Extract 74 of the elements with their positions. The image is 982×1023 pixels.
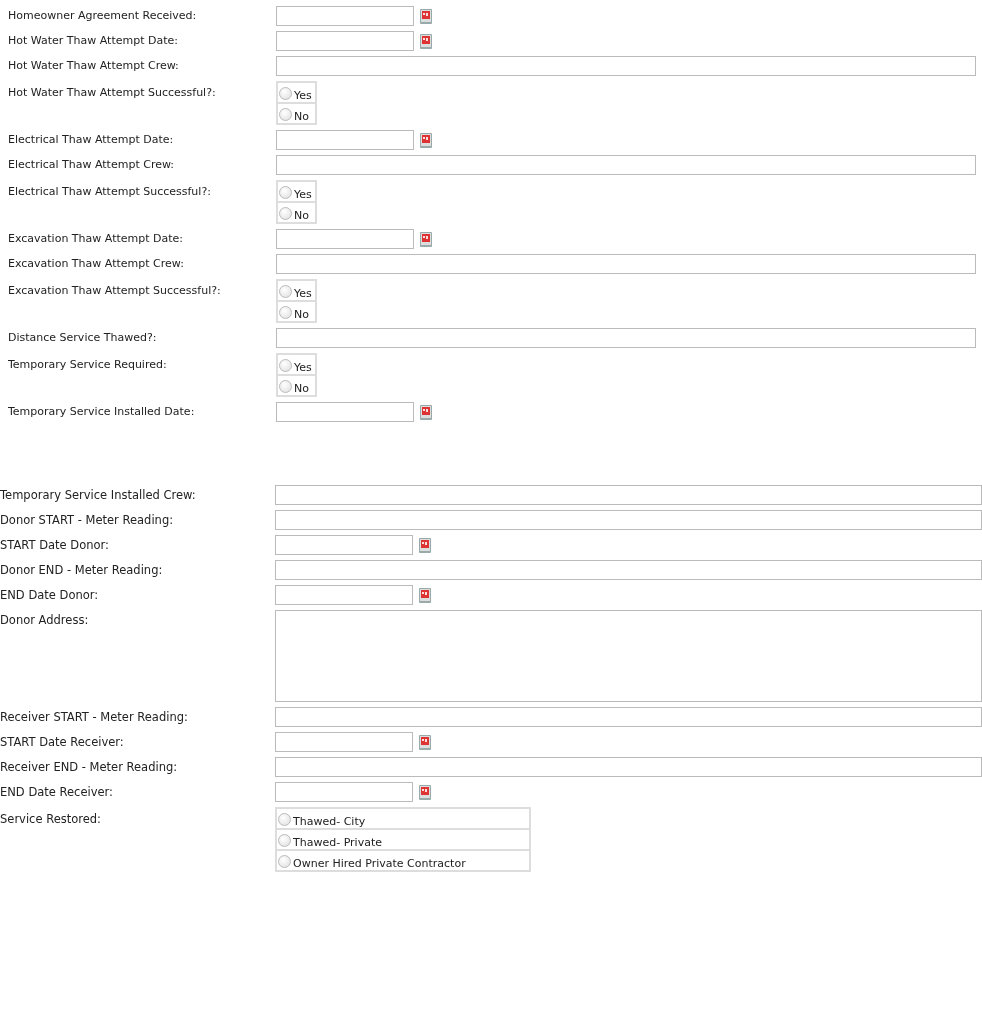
field-label: Donor END - Meter Reading: (0, 562, 164, 577)
date-field[interactable] (276, 6, 414, 26)
radio-icon[interactable] (279, 108, 292, 121)
date-field[interactable] (275, 585, 413, 605)
field-label: Service Restored: (0, 811, 102, 826)
date-field[interactable] (275, 535, 413, 555)
text-field[interactable] (276, 328, 976, 348)
radio-icon[interactable] (279, 186, 292, 199)
calendar-icon[interactable] (419, 32, 433, 50)
calendar-icon[interactable] (418, 536, 432, 554)
radio-icon[interactable] (279, 87, 292, 100)
field-label: Homeowner Agreement Received: (8, 8, 198, 22)
radio-option[interactable]: No (278, 203, 315, 222)
field-label: Donor Address: (0, 612, 90, 627)
radio-option[interactable]: Yes (278, 182, 315, 201)
field-label: Hot Water Thaw Attempt Crew: (8, 58, 180, 72)
radio-option[interactable]: Thawed- Private (277, 830, 529, 849)
field-label: Electrical Thaw Attempt Date: (8, 132, 175, 146)
radio-option[interactable]: Yes (278, 355, 315, 374)
text-field[interactable] (275, 485, 982, 505)
radio-icon[interactable] (279, 306, 292, 319)
calendar-icon[interactable] (419, 403, 433, 421)
text-field[interactable] (276, 155, 976, 175)
radio-option[interactable]: No (278, 376, 315, 395)
text-field[interactable] (276, 56, 976, 76)
field-label: Distance Service Thawed?: (8, 330, 158, 344)
field-label: Hot Water Thaw Attempt Successful?: (8, 85, 217, 99)
radio-icon[interactable] (278, 855, 291, 868)
radio-option[interactable]: Yes (278, 281, 315, 300)
date-field[interactable] (275, 732, 413, 752)
radio-icon[interactable] (279, 359, 292, 372)
field-label: Receiver END - Meter Reading: (0, 759, 179, 774)
calendar-icon[interactable] (419, 131, 433, 149)
field-label: Excavation Thaw Attempt Date: (8, 231, 185, 245)
radio-icon[interactable] (279, 380, 292, 393)
calendar-icon[interactable] (418, 733, 432, 751)
field-label: Temporary Service Installed Crew: (0, 487, 197, 502)
text-field[interactable] (275, 707, 982, 727)
field-label: Excavation Thaw Attempt Crew: (8, 256, 185, 270)
calendar-icon[interactable] (419, 230, 433, 248)
radio-icon[interactable] (278, 834, 291, 847)
text-field[interactable] (275, 757, 982, 777)
radio-option[interactable]: Owner Hired Private Contractor (277, 851, 529, 870)
date-field[interactable] (276, 402, 414, 422)
calendar-icon[interactable] (418, 586, 432, 604)
radio-option[interactable]: No (278, 302, 315, 321)
field-label: Receiver START - Meter Reading: (0, 709, 189, 724)
field-label: START Date Donor: (0, 537, 110, 552)
field-label: Temporary Service Installed Date: (8, 404, 196, 418)
radio-option[interactable]: Thawed- City (277, 809, 529, 828)
field-label: START Date Receiver: (0, 734, 125, 749)
date-field[interactable] (276, 130, 414, 150)
radio-icon[interactable] (278, 813, 291, 826)
date-field[interactable] (275, 782, 413, 802)
calendar-icon[interactable] (419, 7, 433, 25)
calendar-icon[interactable] (418, 783, 432, 801)
field-label: Electrical Thaw Attempt Crew: (8, 157, 176, 171)
radio-option[interactable]: Yes (278, 83, 315, 102)
text-field[interactable] (275, 510, 982, 530)
text-field[interactable] (276, 254, 976, 274)
field-label: Excavation Thaw Attempt Successful?: (8, 283, 222, 297)
radio-option[interactable]: No (278, 104, 315, 123)
text-area[interactable] (275, 610, 982, 702)
field-label: END Date Donor: (0, 587, 100, 602)
date-field[interactable] (276, 31, 414, 51)
date-field[interactable] (276, 229, 414, 249)
field-label: Hot Water Thaw Attempt Date: (8, 33, 179, 47)
field-label: END Date Receiver: (0, 784, 114, 799)
field-label: Donor START - Meter Reading: (0, 512, 175, 527)
text-field[interactable] (275, 560, 982, 580)
field-label: Temporary Service Required: (8, 357, 168, 371)
radio-icon[interactable] (279, 285, 292, 298)
radio-icon[interactable] (279, 207, 292, 220)
field-label: Electrical Thaw Attempt Successful?: (8, 184, 212, 198)
